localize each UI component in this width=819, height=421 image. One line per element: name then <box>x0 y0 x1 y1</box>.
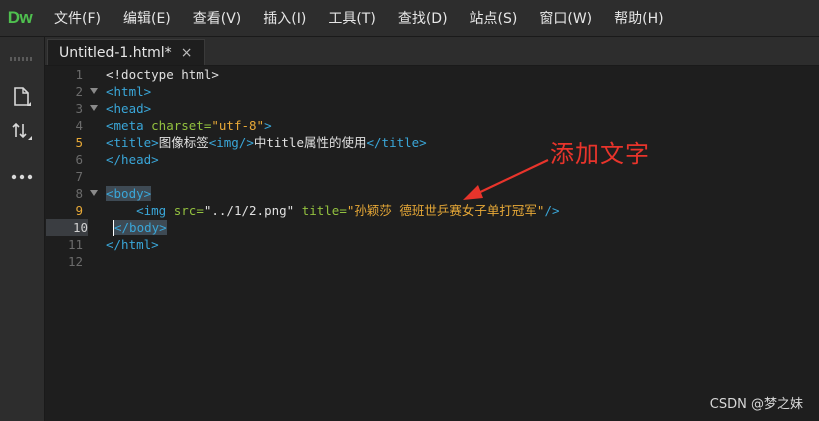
fold-arrow-icon[interactable] <box>90 88 98 94</box>
line-number: 3 <box>75 101 83 116</box>
line-number: 8 <box>75 186 83 201</box>
src-attr: src= <box>173 203 204 218</box>
code-line-8: <body> <box>106 185 152 202</box>
menu-view[interactable]: 查看(V) <box>182 0 253 36</box>
title-value: "孙颖莎 德班世乒赛女子单打冠军" <box>346 203 545 218</box>
line-number: 7 <box>75 169 83 184</box>
menu-find[interactable]: 查找(D) <box>387 0 459 36</box>
body-open-tag: <body> <box>106 186 152 201</box>
menu: 文件(F) 编辑(E) 查看(V) 插入(I) 工具(T) 查找(D) 站点(S… <box>40 0 675 36</box>
meta-tag-open: <meta <box>106 118 152 133</box>
html-close-tag: </html> <box>106 237 159 252</box>
code-line-9: <img src="../1/2.png" title="孙颖莎 德班世乒赛女子… <box>106 202 560 219</box>
left-toolbar <box>0 37 45 421</box>
fold-arrow-icon[interactable] <box>90 105 98 111</box>
line-number: 6 <box>75 152 83 167</box>
img-tag-close: /> <box>544 203 560 218</box>
line-number: 1 <box>75 67 83 82</box>
app-logo: Dw <box>7 8 33 27</box>
meta-tag-close: > <box>264 118 272 133</box>
annotation-label: 添加文字 <box>550 140 650 168</box>
img-tag-open: <img <box>136 203 174 218</box>
tab-untitled-1[interactable]: Untitled-1.html* × <box>47 39 205 65</box>
menu-help[interactable]: 帮助(H) <box>603 0 674 36</box>
code-line-6: </head> <box>106 151 159 168</box>
menu-insert[interactable]: 插入(I) <box>252 0 317 36</box>
new-file-icon[interactable] <box>6 83 38 111</box>
code-line-1: <!doctype html> <box>106 66 219 83</box>
code-line-5: <title>图像标签<img/>中title属性的使用</title> <box>106 134 427 151</box>
line-number: 11 <box>67 237 83 252</box>
more-icon[interactable] <box>6 163 38 191</box>
code-line-2: <html> <box>106 83 151 100</box>
menu-file[interactable]: 文件(F) <box>40 0 112 36</box>
menu-tools[interactable]: 工具(T) <box>317 0 386 36</box>
line-number: 9 <box>75 203 83 218</box>
dreamweaver-window: Dw 文件(F) 编辑(E) 查看(V) 插入(I) 工具(T) 查找(D) 站… <box>0 0 819 421</box>
head-close-tag: </head> <box>106 152 159 167</box>
title-attr: title= <box>294 203 347 218</box>
code-line-10: </body> <box>114 219 167 236</box>
line-gutter: 1 2 3 4 5 6 7 8 9 10 11 12 <box>45 66 103 421</box>
meta-value: "utf-8" <box>211 118 265 133</box>
code-editor[interactable]: 1 2 3 4 5 6 7 8 9 10 11 12 <!doctype htm… <box>45 66 819 421</box>
watermark: CSDN @梦之妹 <box>709 397 803 412</box>
src-value: "../1/2.png" <box>203 203 295 218</box>
code-line-3: <head> <box>106 100 151 117</box>
line-number-current: 10 <box>46 219 88 236</box>
menu-window[interactable]: 窗口(W) <box>528 0 603 36</box>
menu-site[interactable]: 站点(S) <box>459 0 529 36</box>
img-inline-tag: <img/> <box>208 135 254 150</box>
sort-icon[interactable] <box>6 117 38 145</box>
menu-edit[interactable]: 编辑(E) <box>112 0 182 36</box>
meta-attr: charset= <box>151 118 212 133</box>
close-icon[interactable]: × <box>181 45 193 61</box>
line-number: 4 <box>75 118 83 133</box>
code-area[interactable]: <!doctype html> <html> <head> <meta char… <box>106 66 819 421</box>
title-open-tag: <title> <box>106 135 159 150</box>
title-text-2: 中title属性的使用 <box>253 135 367 150</box>
line-number: 5 <box>75 135 83 150</box>
tab-title: Untitled-1.html* <box>59 44 172 61</box>
title-text-1: 图像标签 <box>158 135 209 150</box>
tab-bar: Untitled-1.html* × <box>45 37 819 66</box>
doctype: <!doctype html> <box>106 67 219 82</box>
code-line-4: <meta charset="utf-8"> <box>106 117 272 134</box>
code-line-11: </html> <box>106 236 159 253</box>
head-open-tag: <head> <box>106 101 152 116</box>
line-number: 12 <box>67 254 83 269</box>
fold-arrow-icon[interactable] <box>90 190 98 196</box>
menu-bar: Dw 文件(F) 编辑(E) 查看(V) 插入(I) 工具(T) 查找(D) 站… <box>0 0 819 37</box>
toolbar-grip[interactable] <box>10 57 34 61</box>
title-close-tag: </title> <box>366 135 427 150</box>
text-cursor <box>113 220 114 236</box>
line-number: 2 <box>75 84 83 99</box>
body-close-tag: </body> <box>114 220 167 235</box>
html-open-tag: <html> <box>106 84 152 99</box>
